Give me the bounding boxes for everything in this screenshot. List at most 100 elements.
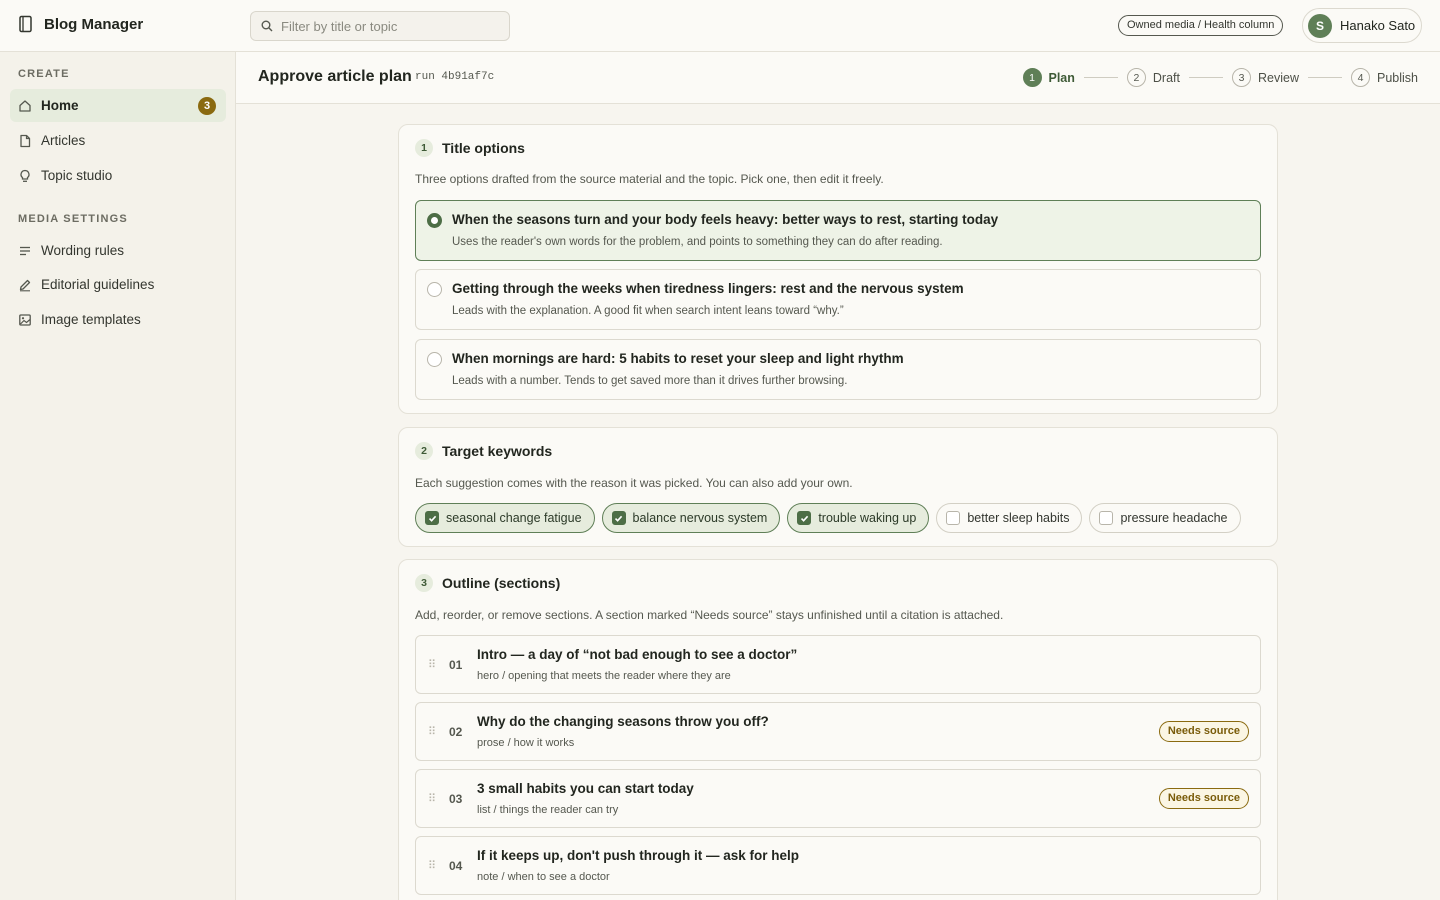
section-type: prose / how it works <box>477 737 575 749</box>
option-title: When mornings are hard: 5 habits to rese… <box>452 351 904 366</box>
checkbox[interactable] <box>1099 511 1114 525</box>
step-label: Draft <box>1152 70 1180 85</box>
step-plan[interactable]: 1 Plan <box>1022 68 1075 87</box>
search-box[interactable] <box>250 11 510 41</box>
top-bar: Blog Manager Owned media / Health column… <box>0 0 1440 52</box>
page-header: Approve article plan run 4b91af7c 1 Plan… <box>236 52 1440 104</box>
workflow-stepper: 1 Plan 2 Draft 3 Review 4 Publish <box>1022 68 1418 87</box>
step-connector <box>1083 77 1118 78</box>
card-number: 1 <box>415 139 433 157</box>
card-title: Target keywords <box>442 443 553 459</box>
target-keywords-card: 2 Target keywords Each suggestion comes … <box>398 427 1278 547</box>
card-description: Add, reorder, or remove sections. A sect… <box>415 608 1004 622</box>
check-icon <box>614 515 623 522</box>
title-option-2[interactable]: Getting through the weeks when tiredness… <box>415 269 1261 330</box>
card-header: 3 Outline (sections) <box>415 574 560 592</box>
radio-button[interactable] <box>427 352 442 367</box>
sidebar-heading-media: MEDIA SETTINGS <box>18 213 128 225</box>
card-description: Each suggestion comes with the reason it… <box>415 476 853 490</box>
option-reason: Uses the reader's own words for the prob… <box>452 236 943 248</box>
outline-section-row[interactable]: ⠿ 02 Why do the changing seasons throw y… <box>415 702 1261 761</box>
radio-button[interactable] <box>427 213 442 228</box>
brand[interactable]: Blog Manager <box>18 15 143 33</box>
step-number: 4 <box>1351 68 1370 87</box>
keyword-chip[interactable]: pressure headache <box>1089 503 1241 533</box>
sidebar-item-articles[interactable]: Articles <box>10 124 226 157</box>
section-title: If it keeps up, don't push through it — … <box>477 848 799 863</box>
step-label: Review <box>1258 70 1299 85</box>
option-reason: Leads with the explanation. A good fit w… <box>452 305 844 317</box>
card-header: 1 Title options <box>415 139 525 157</box>
section-title: Why do the changing seasons throw you of… <box>477 714 769 729</box>
keyword-chip[interactable]: trouble waking up <box>787 503 930 533</box>
user-name: Hanako Sato <box>1340 18 1416 33</box>
keyword-label: seasonal change fatigue <box>446 511 582 525</box>
card-number: 3 <box>415 574 433 592</box>
section-type: hero / opening that meets the reader whe… <box>477 670 731 682</box>
card-description: Three options drafted from the source ma… <box>415 172 884 186</box>
sidebar-item-image-templates[interactable]: Image templates <box>10 303 226 336</box>
step-connector <box>1189 77 1223 78</box>
checkbox[interactable] <box>797 511 812 525</box>
checkbox[interactable] <box>425 511 439 525</box>
checkbox[interactable] <box>611 511 626 525</box>
step-label: Publish <box>1377 70 1418 85</box>
keyword-label: pressure headache <box>1120 511 1228 525</box>
sidebar-item-label: Articles <box>41 133 86 148</box>
check-icon <box>800 515 809 522</box>
app-title: Blog Manager <box>44 15 144 33</box>
workspace-badge[interactable]: Owned media / Health column <box>1118 15 1284 36</box>
drag-handle-icon[interactable]: ⠿ <box>428 725 436 738</box>
sidebar-item-topic-studio[interactable]: Topic studio <box>10 159 226 192</box>
radio-button[interactable] <box>427 282 442 297</box>
step-draft[interactable]: 2 Draft <box>1126 68 1180 87</box>
drag-handle-icon[interactable]: ⠿ <box>428 859 436 872</box>
step-label: Plan <box>1048 70 1075 85</box>
card-header: 2 Target keywords <box>415 442 552 460</box>
section-title: 3 small habits you can start today <box>477 781 694 796</box>
step-number: 3 <box>1232 68 1251 87</box>
file-icon <box>20 134 31 147</box>
option-title: When the seasons turn and your body feel… <box>452 212 999 227</box>
sidebar-item-editorial-guidelines[interactable]: Editorial guidelines <box>10 268 226 301</box>
step-number: 1 <box>1022 68 1042 87</box>
search-input[interactable] <box>281 18 501 34</box>
keyword-label: trouble waking up <box>818 511 917 525</box>
book-icon <box>19 15 32 33</box>
sidebar-item-home[interactable]: Home 3 <box>10 89 226 122</box>
option-title: Getting through the weeks when tiredness… <box>452 281 964 296</box>
section-number: 02 <box>449 725 463 739</box>
keyword-chip[interactable]: seasonal change fatigue <box>415 503 595 533</box>
title-option-3[interactable]: When mornings are hard: 5 habits to rese… <box>415 339 1261 400</box>
step-publish[interactable]: 4 Publish <box>1351 68 1418 87</box>
outline-section-row[interactable]: ⠿ 01 Intro — a day of “not bad enough to… <box>415 635 1261 694</box>
section-type: list / things the reader can try <box>477 804 619 816</box>
drag-handle-icon[interactable]: ⠿ <box>428 792 436 805</box>
pen-icon <box>19 279 31 291</box>
sidebar-heading-create: CREATE <box>18 68 70 80</box>
checkbox[interactable] <box>946 511 961 525</box>
sidebar-item-label: Wording rules <box>41 243 125 258</box>
lines-icon <box>20 246 30 255</box>
needs-source-badge[interactable]: Needs source <box>1158 788 1249 809</box>
lightbulb-icon <box>20 169 30 182</box>
outline-card: 3 Outline (sections) Add, reorder, or re… <box>398 559 1278 900</box>
section-title: Intro — a day of “not bad enough to see … <box>477 647 798 662</box>
search-icon <box>261 20 273 32</box>
avatar: S <box>1308 13 1332 38</box>
run-id: run 4b91af7c <box>415 71 495 83</box>
card-title: Title options <box>442 140 525 156</box>
drag-handle-icon[interactable]: ⠿ <box>428 658 436 671</box>
step-connector <box>1308 77 1342 78</box>
keyword-chip[interactable]: balance nervous system <box>601 503 781 533</box>
needs-source-badge[interactable]: Needs source <box>1158 721 1249 742</box>
keyword-chip[interactable]: better sleep habits <box>936 503 1083 533</box>
user-menu[interactable]: S Hanako Sato <box>1302 8 1422 43</box>
title-option-1[interactable]: When the seasons turn and your body feel… <box>415 200 1261 261</box>
outline-section-row[interactable]: ⠿ 03 3 small habits you can start today … <box>415 769 1261 828</box>
sidebar-item-wording-rules[interactable]: Wording rules <box>10 234 226 267</box>
outline-section-row[interactable]: ⠿ 04 If it keeps up, don't push through … <box>415 836 1261 895</box>
image-icon <box>19 313 31 326</box>
step-review[interactable]: 3 Review <box>1232 68 1299 87</box>
card-number: 2 <box>415 442 433 460</box>
